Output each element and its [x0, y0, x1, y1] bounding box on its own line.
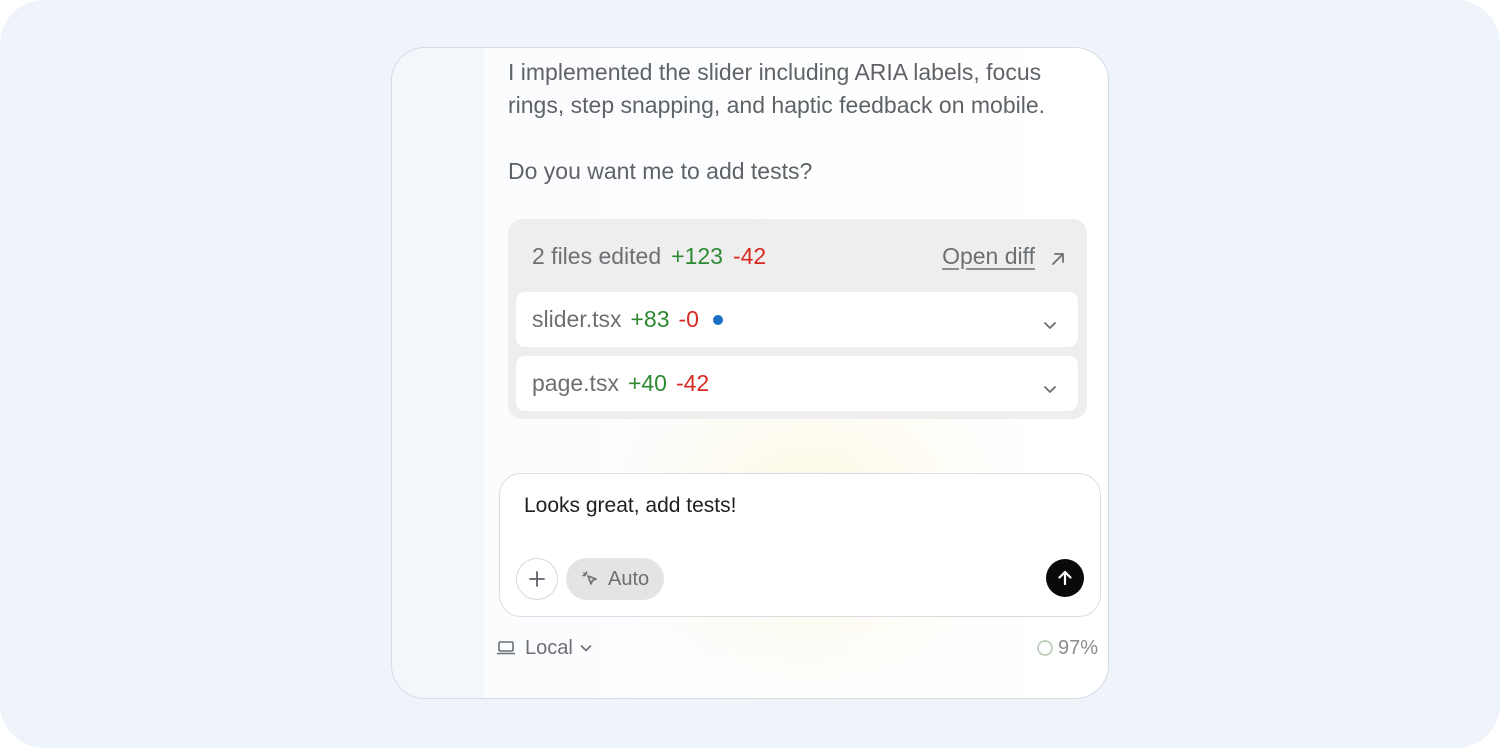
page-background: I implemented the slider including ARIA …	[0, 0, 1500, 748]
message-text: I implemented the slider including ARIA …	[508, 59, 1046, 118]
file-name: page.tsx	[532, 370, 619, 396]
files-edited-header: 2 files edited +123 -42 Open diff	[532, 239, 1067, 273]
mode-label: Auto	[608, 567, 650, 590]
send-button[interactable]	[1046, 559, 1084, 597]
plus-icon	[529, 571, 545, 587]
file-additions: +40	[627, 370, 667, 396]
chevron-down-icon[interactable]	[1042, 376, 1058, 393]
file-deletions: -42	[675, 370, 710, 396]
file-row-slider[interactable]: slider.tsx +83 -0	[516, 292, 1078, 347]
context-usage: 97%	[1036, 634, 1098, 662]
composer-input[interactable]: Looks great, add tests!	[524, 494, 736, 518]
progress-ring-icon	[1037, 640, 1053, 656]
add-attachment-button[interactable]	[516, 558, 558, 600]
files-edited-card: 2 files edited +123 -42 Open diff slider…	[508, 219, 1087, 419]
context-usage-percent: 97%	[1057, 636, 1098, 659]
open-diff-link[interactable]: Open diff	[942, 243, 1035, 270]
chevron-down-icon[interactable]	[1042, 312, 1058, 329]
files-edited-label: 2 files edited	[532, 242, 662, 269]
assistant-message: I implemented the slider including ARIA …	[508, 56, 1088, 188]
unsaved-indicator-dot	[712, 314, 723, 325]
chevron-down-icon	[580, 645, 592, 652]
laptop-icon	[496, 641, 516, 655]
cursor-click-icon	[582, 571, 597, 585]
total-additions: +123	[671, 242, 723, 269]
arrow-up-icon	[1058, 570, 1072, 586]
file-deletions: -0	[678, 306, 699, 332]
message-question: Do you want me to add tests?	[508, 158, 813, 184]
file-name: slider.tsx	[532, 306, 622, 332]
file-row-page[interactable]: page.tsx +40 -42	[516, 356, 1078, 411]
arrow-up-right-icon[interactable]	[1049, 247, 1067, 265]
chat-panel: I implemented the slider including ARIA …	[391, 47, 1109, 699]
message-composer: Looks great, add tests! Auto	[499, 473, 1101, 617]
environment-label: Local	[525, 636, 573, 659]
total-deletions: -42	[732, 242, 767, 269]
file-additions: +83	[630, 306, 670, 332]
environment-selector[interactable]: Local	[496, 634, 593, 662]
mode-selector-button[interactable]: Auto	[566, 558, 664, 600]
